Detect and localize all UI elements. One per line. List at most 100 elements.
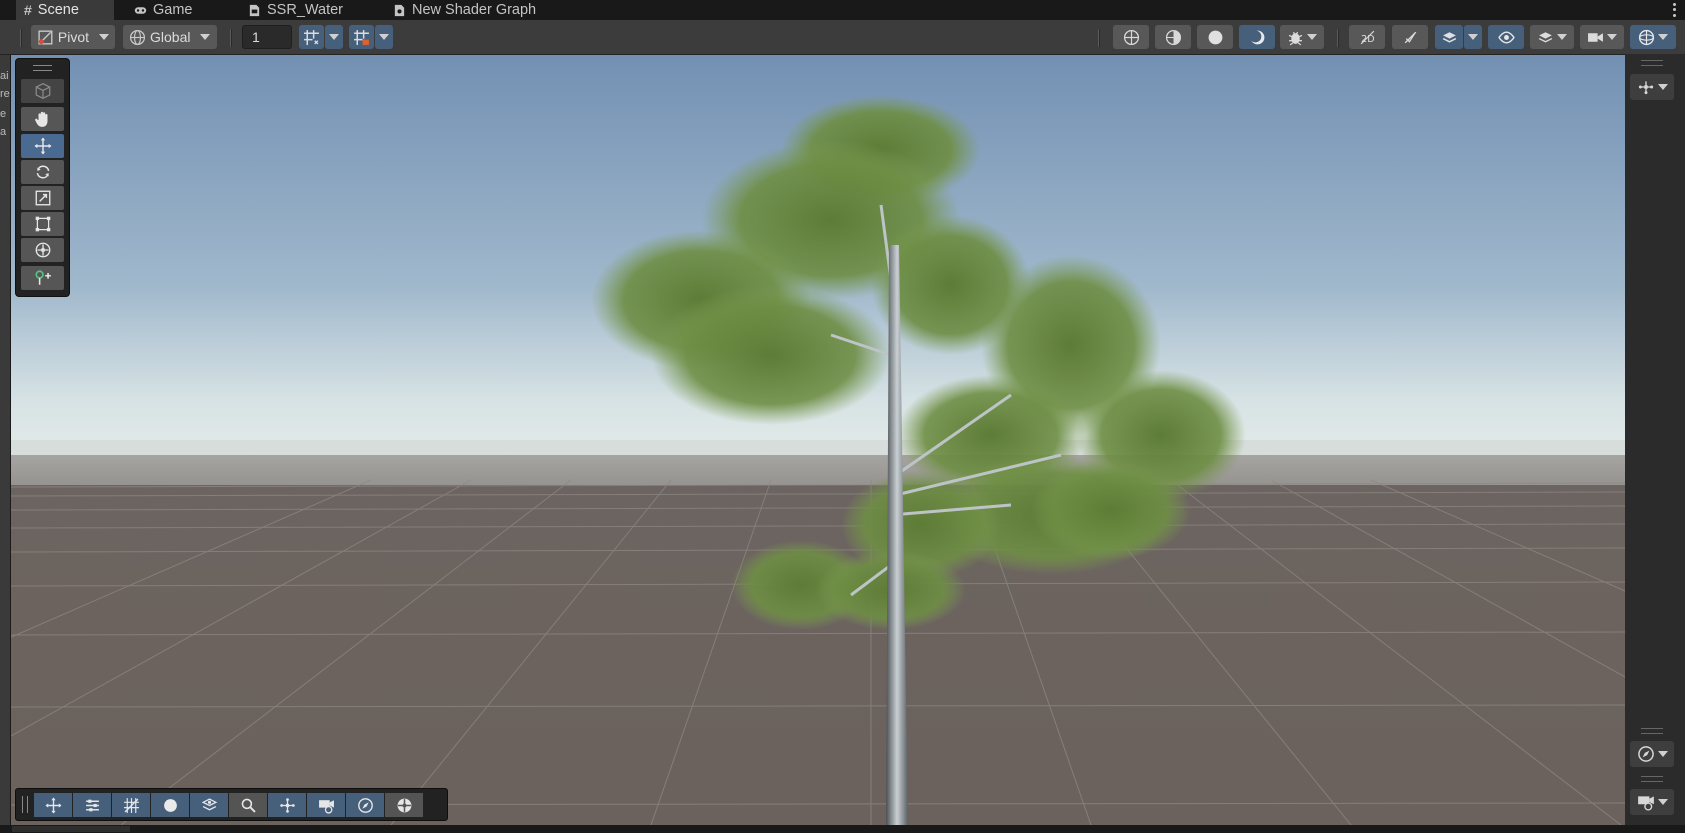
overlay-drag-handle[interactable] bbox=[33, 65, 52, 71]
layers-icon bbox=[1538, 31, 1553, 43]
shaded-sphere-icon bbox=[1208, 30, 1222, 44]
overlays-toolbar bbox=[15, 788, 448, 821]
cube-icon bbox=[35, 82, 50, 100]
pivot-label: Pivot bbox=[57, 29, 89, 45]
chevron-down-icon bbox=[1658, 34, 1668, 40]
tab-new-shader-graph[interactable]: New Shader Graph bbox=[393, 0, 536, 20]
scene-viewport[interactable] bbox=[11, 55, 1625, 825]
hand-tool-button[interactable] bbox=[21, 107, 64, 131]
cameras-button[interactable] bbox=[307, 793, 345, 817]
grid-size-field[interactable]: 1 bbox=[242, 25, 292, 49]
grid-snapping-icon bbox=[123, 797, 139, 813]
eye-icon bbox=[1497, 30, 1515, 44]
grid-snap-icon bbox=[304, 29, 319, 45]
unlit-draw-mode[interactable] bbox=[1239, 25, 1275, 49]
pivot-dropdown[interactable]: Pivot bbox=[31, 25, 115, 49]
overlay-drag-handle[interactable] bbox=[1641, 60, 1663, 66]
bug-icon bbox=[1288, 31, 1303, 45]
chevron-down-icon bbox=[1657, 751, 1668, 757]
grid-snapping-toggle[interactable] bbox=[299, 25, 324, 49]
tool-settings-icon bbox=[85, 799, 99, 811]
rect-tool-button[interactable] bbox=[21, 212, 64, 236]
compass-icon bbox=[357, 797, 373, 813]
search-button[interactable] bbox=[229, 793, 267, 817]
ai-navigation-button[interactable] bbox=[385, 793, 423, 817]
status-bar bbox=[0, 825, 1685, 833]
increment-snap-dropdown[interactable] bbox=[375, 25, 393, 49]
panel-edge-glyph: e bbox=[0, 108, 7, 120]
tab-game[interactable]: Game bbox=[134, 0, 193, 20]
tab-scene[interactable]: # Scene bbox=[16, 0, 114, 20]
move-arrows-icon bbox=[34, 137, 51, 155]
rotate-tool-button[interactable] bbox=[21, 160, 64, 184]
toolbar-separator bbox=[20, 29, 22, 47]
transform-overlay-button[interactable] bbox=[34, 793, 72, 817]
increment-snap-toggle[interactable] bbox=[349, 25, 374, 49]
chevron-down-icon bbox=[379, 34, 389, 40]
view-tool-button[interactable] bbox=[21, 79, 64, 103]
tab-new-shader-graph-label: New Shader Graph bbox=[412, 2, 537, 18]
orientation-overlay-dropdown[interactable] bbox=[1630, 74, 1674, 100]
custom-tool-icon bbox=[34, 270, 51, 285]
overlay-drag-handle[interactable] bbox=[1641, 776, 1663, 782]
tool-settings-button[interactable] bbox=[73, 793, 111, 817]
tab-ssr-water[interactable]: SSR_Water bbox=[248, 0, 343, 20]
search-icon bbox=[241, 798, 256, 813]
2d-toggle[interactable]: 2D bbox=[1349, 25, 1385, 49]
scale-tool-button[interactable] bbox=[21, 186, 64, 210]
chevron-down-icon bbox=[99, 34, 109, 40]
grid-snapping-dropdown[interactable] bbox=[325, 25, 343, 49]
audio-effects-toggle[interactable] bbox=[1435, 25, 1463, 49]
orientation-button[interactable] bbox=[268, 793, 306, 817]
transform-tool-button[interactable] bbox=[21, 238, 64, 262]
draw-mode-button[interactable] bbox=[151, 793, 189, 817]
compass-overlay-dropdown[interactable] bbox=[1630, 741, 1674, 767]
grid-snapping-button[interactable] bbox=[112, 793, 150, 817]
global-label: Global bbox=[150, 29, 191, 45]
orientation-overlay-icon bbox=[1638, 81, 1653, 95]
panel-edge-glyph: a bbox=[0, 126, 7, 138]
chevron-down-icon bbox=[1468, 34, 1478, 40]
toolbar-separator bbox=[230, 29, 232, 47]
scene-toolbar: Pivot Global 1 2D bbox=[0, 20, 1685, 55]
lighting-toggle[interactable] bbox=[1392, 25, 1428, 49]
overlay-drag-handle[interactable] bbox=[22, 796, 28, 813]
tools-overlay bbox=[15, 58, 70, 297]
cameras-icon bbox=[1637, 796, 1654, 811]
move-tool-button[interactable] bbox=[21, 134, 64, 158]
custom-tool-button[interactable] bbox=[21, 266, 64, 290]
gizmos-dropdown[interactable] bbox=[1630, 25, 1676, 49]
more-options-icon[interactable] bbox=[1671, 2, 1677, 18]
camera-settings-dropdown[interactable] bbox=[1580, 25, 1624, 49]
grid-size-value: 1 bbox=[252, 29, 260, 45]
camera-icon bbox=[1588, 32, 1603, 42]
moon-sphere-icon bbox=[1248, 29, 1264, 44]
debug-draw-mode-dropdown[interactable] bbox=[1280, 25, 1324, 49]
gamepad-icon bbox=[134, 6, 147, 14]
cameras-overlay-dropdown[interactable] bbox=[1630, 789, 1674, 815]
wireframe-draw-mode[interactable] bbox=[1113, 25, 1149, 49]
shaded-draw-mode[interactable] bbox=[1197, 25, 1233, 49]
chevron-down-icon bbox=[1307, 34, 1317, 40]
hand-icon bbox=[34, 111, 47, 127]
2d-icon: 2D bbox=[1360, 30, 1374, 44]
scene-render bbox=[11, 55, 1625, 825]
scene-visibility-toggle[interactable] bbox=[1488, 25, 1524, 49]
panel-edge-glyph: ai bbox=[0, 70, 9, 82]
shader-graph-icon bbox=[394, 4, 405, 16]
horizon-haze bbox=[11, 440, 1625, 485]
global-dropdown[interactable]: Global bbox=[123, 25, 217, 49]
shaded-wireframe-draw-mode[interactable] bbox=[1155, 25, 1191, 49]
layers-dropdown[interactable] bbox=[1530, 25, 1574, 49]
compass-button[interactable] bbox=[346, 793, 384, 817]
window-tab-bar: # Scene Game SSR_Water New Shader Graph bbox=[0, 0, 1685, 20]
shader-icon bbox=[249, 4, 260, 16]
chevron-down-icon bbox=[200, 34, 211, 40]
effects-dropdown[interactable] bbox=[1464, 25, 1482, 49]
navmesh-button[interactable] bbox=[190, 793, 228, 817]
tab-ssr-water-label: SSR_Water bbox=[267, 2, 344, 18]
horizontal-scrollbar[interactable] bbox=[12, 826, 130, 832]
scale-icon bbox=[35, 190, 50, 206]
ground-plane bbox=[11, 455, 1625, 825]
overlay-drag-handle[interactable] bbox=[1641, 728, 1663, 734]
